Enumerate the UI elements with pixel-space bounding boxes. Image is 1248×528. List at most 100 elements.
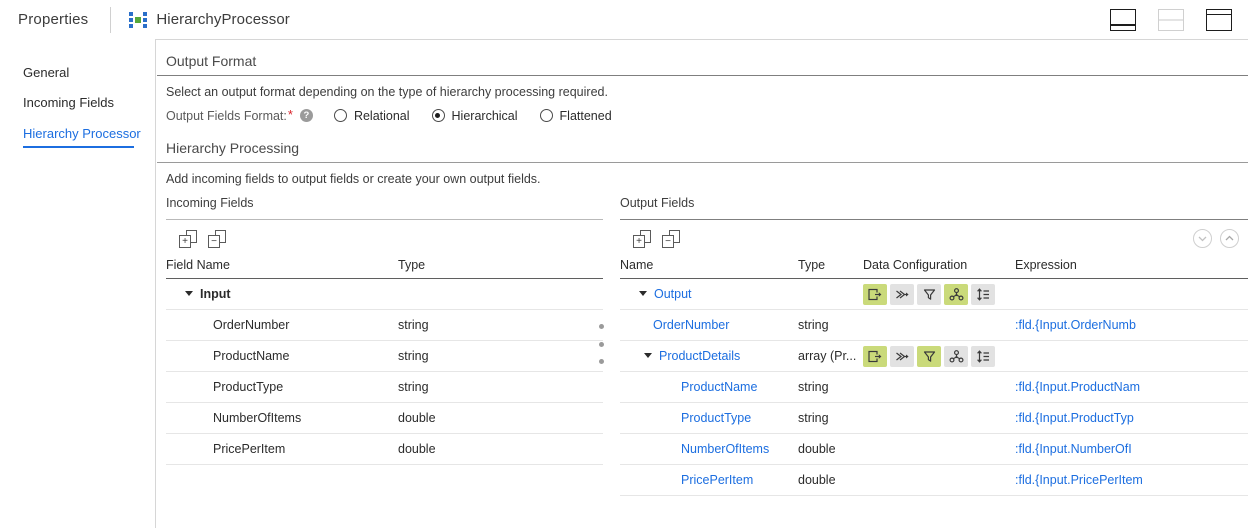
filter-icon[interactable] <box>917 345 941 367</box>
table-row[interactable]: Input <box>166 278 603 310</box>
output-field-expression-cell[interactable] <box>1015 278 1248 310</box>
remove-incoming-field-icon[interactable]: − <box>208 230 226 248</box>
radio-flattened-icon[interactable] <box>539 109 553 122</box>
move-down-icon[interactable] <box>1193 229 1212 248</box>
field-type-cell: double <box>398 433 603 465</box>
output-field-expression-cell[interactable]: :fld.{Input.ProductTyp <box>1015 402 1248 434</box>
sidebar: General Incoming Fields Hierarchy Proces… <box>0 39 156 528</box>
table-row[interactable]: ProductType string <box>166 371 603 403</box>
expand-caret-icon[interactable] <box>639 291 647 297</box>
group-by-icon[interactable] <box>944 283 968 305</box>
column-header-expression: Expression <box>1015 258 1248 279</box>
column-header-type: Type <box>398 258 603 279</box>
expand-caret-icon[interactable] <box>185 291 193 297</box>
table-row[interactable]: PricePerItem double :fld.{Input.PricePer… <box>620 464 1248 496</box>
sidebar-item-incoming-fields[interactable]: Incoming Fields <box>0 92 155 114</box>
incoming-fields-panel: Incoming Fields + − Field Name Type Inpu… <box>166 196 603 465</box>
add-incoming-field-icon[interactable]: + <box>179 230 197 248</box>
filter-icon[interactable] <box>917 283 941 305</box>
group-by-icon[interactable] <box>944 345 968 367</box>
output-fields-panel: Output Fields + − Name Type Data Configu… <box>620 196 1248 496</box>
output-fields-table: Name Type Data Configuration Expression … <box>620 258 1248 496</box>
output-icon[interactable] <box>863 345 887 367</box>
remove-incoming-field-glyph: − <box>208 235 220 248</box>
titlebar: Properties HierarchyProcessor <box>0 0 1248 40</box>
move-up-icon[interactable] <box>1220 229 1239 248</box>
output-field-name-cell: NumberOfItems <box>681 442 770 456</box>
output-field-type-cell: string <box>798 371 863 403</box>
sort-icon[interactable] <box>971 345 995 367</box>
layout-top-panel-icon[interactable] <box>1206 8 1232 31</box>
output-fields-toolbar: + − <box>620 220 1248 258</box>
output-field-name-cell: ProductName <box>681 380 758 394</box>
table-row[interactable]: OrderNumber string <box>166 309 603 341</box>
output-field-expression-cell[interactable]: :fld.{Input.NumberOfI <box>1015 433 1248 465</box>
column-header-name: Name <box>620 258 798 279</box>
field-name-cell: Input <box>200 287 231 301</box>
field-type-cell <box>398 278 603 310</box>
radio-option-relational[interactable]: Relational <box>333 108 410 123</box>
output-fields-move-buttons <box>1193 229 1239 248</box>
radio-relational-icon[interactable] <box>333 109 347 122</box>
output-fields-panel-title: Output Fields <box>620 196 695 210</box>
table-row[interactable]: OrderNumber string :fld.{Input.OrderNumb <box>620 309 1248 341</box>
column-header-type: Type <box>798 258 863 279</box>
table-row[interactable]: ProductName string <box>166 340 603 372</box>
titlebar-divider <box>110 6 112 33</box>
hierarchy-processor-icon <box>129 11 148 28</box>
output-field-expression-cell[interactable]: :fld.{Input.PricePerItem <box>1015 464 1248 496</box>
output-field-expression-cell[interactable]: :fld.{Input.OrderNumb <box>1015 309 1248 341</box>
output-fields-header-row: Name Type Data Configuration Expression <box>620 258 1248 279</box>
output-format-section: Output Format Select an output format de… <box>157 39 1248 123</box>
output-field-type-cell: string <box>798 402 863 434</box>
panel-splitter-handle[interactable] <box>598 324 604 364</box>
join-icon[interactable] <box>890 283 914 305</box>
hierarchy-processing-section: Hierarchy Processing Add incoming fields… <box>157 123 1248 186</box>
expand-caret-icon[interactable] <box>644 353 652 359</box>
incoming-fields-table: Field Name Type Input OrderNumber string… <box>166 258 603 465</box>
sidebar-item-hierarchy-processor[interactable]: Hierarchy Processor <box>0 123 155 148</box>
radio-hierarchical-icon[interactable] <box>431 109 445 122</box>
table-row[interactable]: PricePerItem double <box>166 433 603 465</box>
output-format-title: Output Format <box>166 53 257 69</box>
table-row[interactable]: NumberOfItems double :fld.{Input.NumberO… <box>620 433 1248 465</box>
output-format-description: Select an output format depending on the… <box>166 85 608 99</box>
incoming-fields-panel-title: Incoming Fields <box>166 196 254 210</box>
output-field-name-cell: ProductDetails <box>659 349 741 363</box>
output-fields-format-label: Output Fields Format: <box>166 108 287 123</box>
add-output-field-icon[interactable]: + <box>633 230 651 248</box>
join-icon[interactable] <box>890 345 914 367</box>
help-icon[interactable]: ? <box>299 109 313 122</box>
radio-relational-label: Relational <box>353 108 410 123</box>
output-fields-format-radio-group: Relational Hierarchical Flattened <box>333 108 634 123</box>
hierarchy-processing-title: Hierarchy Processing <box>166 140 300 156</box>
table-row[interactable]: ProductType string :fld.{Input.ProductTy… <box>620 402 1248 434</box>
output-field-type-cell: double <box>798 433 863 465</box>
node-name-label: HierarchyProcessor <box>156 11 290 28</box>
output-field-expression-cell[interactable]: :fld.{Input.ProductNam <box>1015 371 1248 403</box>
field-name-cell: PricePerItem <box>166 433 398 465</box>
field-type-cell: string <box>398 309 603 341</box>
page-title: Properties <box>18 11 89 28</box>
radio-option-hierarchical[interactable]: Hierarchical <box>431 109 518 123</box>
output-field-expression-cell[interactable] <box>1015 340 1248 372</box>
field-type-cell: string <box>398 340 603 372</box>
remove-output-field-icon[interactable]: − <box>662 230 680 248</box>
sidebar-item-general[interactable]: General <box>0 62 155 84</box>
radio-option-flattened[interactable]: Flattened <box>539 109 612 123</box>
content-area: Output Format Select an output format de… <box>157 39 1248 528</box>
layout-split-panel-icon[interactable] <box>1158 8 1184 31</box>
incoming-fields-toolbar: + − <box>166 220 603 258</box>
table-row[interactable]: ProductName string :fld.{Input.ProductNa… <box>620 371 1248 403</box>
table-row[interactable]: Output <box>620 278 1248 310</box>
table-row[interactable]: NumberOfItems double <box>166 402 603 434</box>
add-output-field-glyph: + <box>633 235 645 248</box>
field-name-cell: ProductName <box>166 340 398 372</box>
layout-bottom-panel-icon[interactable] <box>1110 8 1136 31</box>
data-configuration-group <box>863 283 1015 305</box>
column-header-field-name: Field Name <box>166 258 398 279</box>
sort-icon[interactable] <box>971 283 995 305</box>
output-icon[interactable] <box>863 283 887 305</box>
table-row[interactable]: ProductDetails array (Pr... <box>620 340 1248 372</box>
required-asterisk: * <box>287 107 293 122</box>
